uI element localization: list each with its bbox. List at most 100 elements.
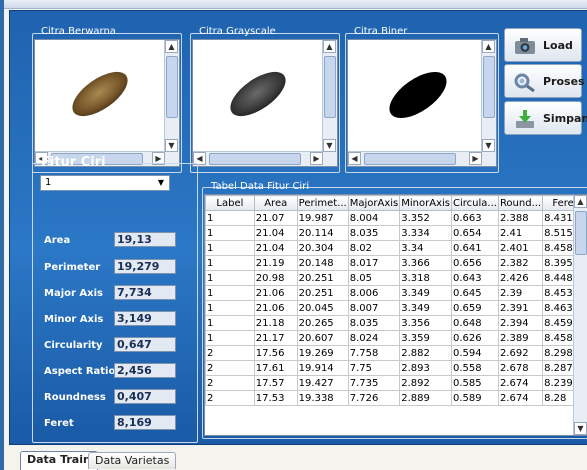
column-header[interactable]: MajorAxis — [347, 195, 401, 211]
scroll-right-icon[interactable]: ▶ — [310, 152, 323, 165]
table-cell: 0.626 — [451, 330, 499, 346]
table-cell: 1 — [205, 270, 255, 286]
gray-image-hscroll[interactable]: ◀ ▶ — [193, 151, 323, 166]
process-button[interactable]: Proses — [504, 64, 585, 98]
table-cell: 2 — [205, 345, 255, 361]
color-image-label: Citra Berwarna — [41, 26, 116, 37]
table-row[interactable]: 2 17.57 19.427 7.735 2.892 0.585 2.674 8.239 — [205, 375, 587, 391]
table-cell: 3.334 — [399, 225, 452, 241]
table-cell: 20.265 — [296, 315, 349, 331]
table-row[interactable]: 1 21.04 20.114 8.035 3.334 0.654 2.41 8.515 — [205, 225, 587, 241]
table-row[interactable]: 1 21.06 20.045 8.007 3.349 0.659 2.391 8.463 — [205, 300, 587, 316]
table-cell: 0.589 — [451, 390, 499, 406]
table-cell: 7.758 — [347, 345, 401, 361]
table-cell: 2.391 — [497, 300, 544, 316]
table-cell: 2.388 — [497, 210, 544, 226]
table-row[interactable]: 1 21.18 20.265 8.035 3.356 0.648 2.394 8.459 — [205, 315, 587, 331]
table-cell: 8.007 — [347, 300, 401, 316]
load-button-label: Load — [543, 39, 573, 52]
table-row[interactable]: 1 21.07 19.987 8.004 3.352 0.663 2.388 8.431 — [205, 210, 587, 226]
table-cell: 3.349 — [399, 285, 452, 301]
table-row[interactable]: 1 20.98 20.251 8.05 3.318 0.643 2.426 8.448 — [205, 270, 587, 286]
tab-data-varietas[interactable]: Data Varietas — [88, 452, 177, 469]
column-header[interactable]: Label — [205, 195, 255, 211]
scroll-up-icon[interactable]: ▲ — [165, 40, 178, 53]
table-cell: 20.607 — [296, 330, 349, 346]
table-cell: 0.645 — [451, 285, 499, 301]
column-header[interactable]: Circula... — [451, 195, 499, 211]
scroll-right-icon[interactable]: ▶ — [469, 152, 482, 165]
table-vscroll[interactable]: ▲ ▼ — [573, 195, 587, 435]
table-cell: 20.251 — [296, 285, 349, 301]
gray-image-vscroll[interactable]: ▲ ▼ — [322, 40, 337, 152]
color-image-view[interactable]: ▲ ▼ ◀ ▶ — [34, 39, 180, 167]
table-row[interactable]: 1 21.06 20.251 8.006 3.349 0.645 2.39 8.453 — [205, 285, 587, 301]
scroll-down-icon[interactable]: ▼ — [574, 422, 587, 435]
table-cell: 7.735 — [347, 375, 401, 391]
table-cell: 8.02 — [347, 240, 401, 256]
table-cell: 20.114 — [296, 225, 349, 241]
table-cell: 2.889 — [399, 390, 452, 406]
major-axis-label: Major Axis — [44, 288, 103, 299]
table-row[interactable]: 1 21.17 20.607 8.024 3.359 0.626 2.389 8.458 — [205, 330, 587, 346]
feret-value: 8,169 — [114, 415, 176, 430]
scroll-down-icon[interactable]: ▼ — [482, 139, 495, 152]
scroll-left-icon[interactable]: ◀ — [348, 152, 361, 165]
color-image-vscroll[interactable]: ▲ ▼ — [164, 40, 179, 152]
features-table[interactable]: Label Area Perimet... MajorAxis MinorAxis Cir… — [204, 194, 587, 436]
table-cell: 3.366 — [399, 255, 452, 271]
scroll-up-icon[interactable]: ▲ — [482, 40, 495, 53]
column-header[interactable]: Area — [253, 195, 298, 211]
table-cell: 7.726 — [347, 390, 401, 406]
roundness-value: 0,407 — [114, 389, 176, 404]
table-cell: 0.659 — [451, 300, 499, 316]
binary-image-view[interactable]: ▲ ▼ ◀ ▶ — [347, 39, 497, 167]
table-cell: 17.56 — [253, 345, 298, 361]
table-cell: 2 — [205, 375, 255, 391]
table-row[interactable]: 1 21.19 20.148 8.017 3.366 0.656 2.382 8.395 — [205, 255, 587, 271]
scroll-up-icon[interactable]: ▲ — [323, 40, 336, 53]
perimeter-value: 19,279 — [114, 259, 176, 274]
scroll-down-icon[interactable]: ▼ — [323, 139, 336, 152]
table-cell: 2.674 — [497, 390, 544, 406]
load-button[interactable]: Load — [504, 28, 582, 62]
table-cell: 19.269 — [296, 345, 349, 361]
circularity-label: Circularity — [44, 340, 103, 351]
area-label: Area — [44, 235, 71, 246]
table-cell: 8.006 — [347, 285, 401, 301]
binary-image-hscroll[interactable]: ◀ ▶ — [348, 151, 482, 166]
sample-select-value: 1 — [45, 177, 52, 188]
binary-image-vscroll[interactable]: ▲ ▼ — [481, 40, 496, 152]
chevron-down-icon[interactable]: ▼ — [154, 177, 168, 189]
table-cell: 2.401 — [497, 240, 544, 256]
table-row[interactable]: 1 21.04 20.304 8.02 3.34 0.641 2.401 8.458 — [205, 240, 587, 256]
save-button[interactable]: Simpan — [504, 101, 587, 135]
table-cell: 17.61 — [253, 360, 298, 376]
roundness-label: Roundness — [44, 392, 106, 403]
table-cell: 21.07 — [253, 210, 298, 226]
gray-image-view[interactable]: ▲ ▼ ◀ ▶ — [192, 39, 338, 167]
column-header[interactable]: Round... — [497, 195, 544, 211]
table-row[interactable]: 2 17.61 19.914 7.75 2.893 0.558 2.678 8.287 — [205, 360, 587, 376]
feret-label: Feret — [44, 418, 74, 429]
sample-select[interactable]: 1 ▼ — [40, 175, 170, 191]
column-header[interactable]: Perimet... — [296, 195, 349, 211]
column-header[interactable]: MinorAxis — [399, 195, 452, 211]
binary-image-label: Citra Biner — [354, 26, 408, 37]
table-row[interactable]: 2 17.53 19.338 7.726 2.889 0.589 2.674 8.28 — [205, 390, 587, 406]
table-cell: 2.674 — [497, 375, 544, 391]
table-cell: 3.359 — [399, 330, 452, 346]
table-cell: 19.427 — [296, 375, 349, 391]
table-cell: 3.34 — [399, 240, 452, 256]
table-row[interactable]: 2 17.56 19.269 7.758 2.882 0.594 2.692 8.298 — [205, 345, 587, 361]
table-cell: 8.035 — [347, 315, 401, 331]
table-cell: 1 — [205, 285, 255, 301]
scroll-up-icon[interactable]: ▲ — [574, 195, 587, 208]
features-title: Fitur Ciri — [41, 155, 106, 170]
tab-data-train[interactable]: Data Train — [20, 451, 98, 470]
scroll-down-icon[interactable]: ▼ — [165, 139, 178, 152]
area-value: 19,13 — [114, 232, 176, 247]
table-cell: 8.017 — [347, 255, 401, 271]
table-cell: 3.352 — [399, 210, 452, 226]
table-cell: 19.338 — [296, 390, 349, 406]
